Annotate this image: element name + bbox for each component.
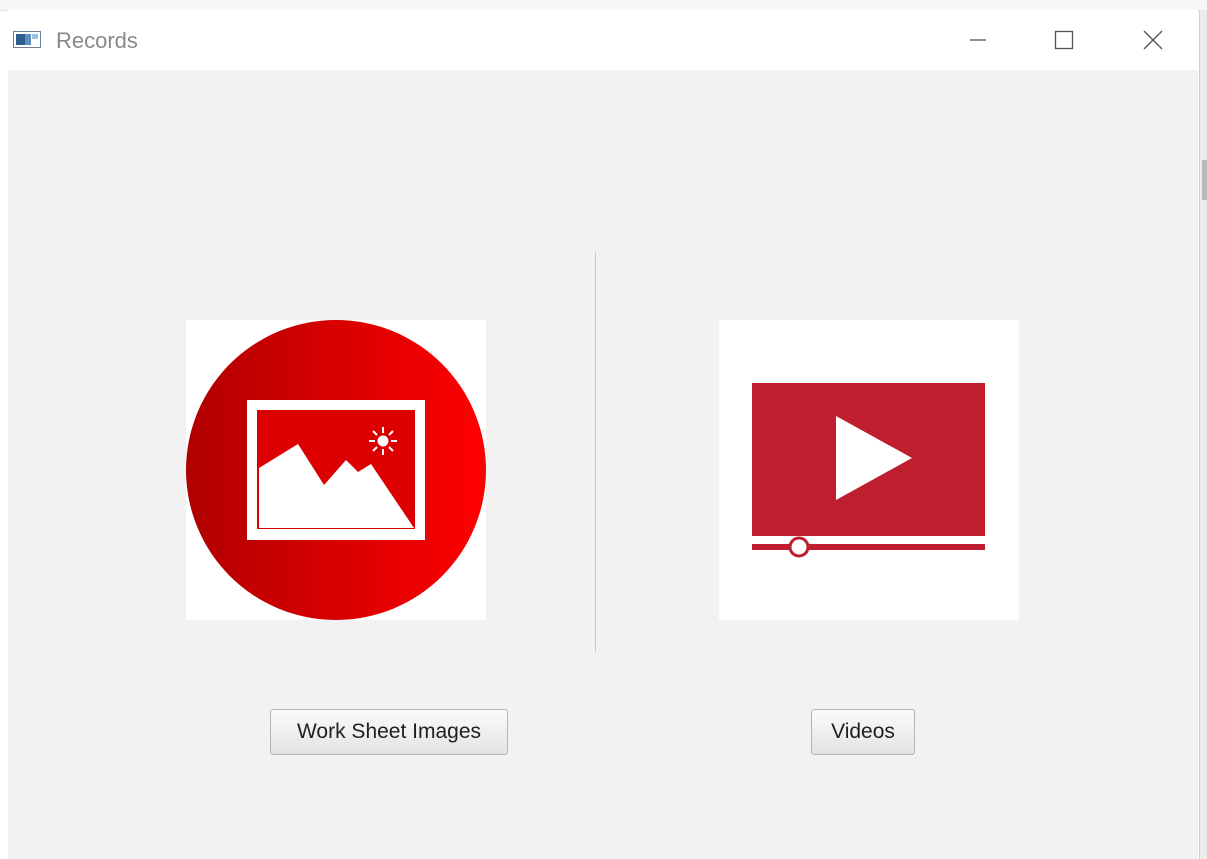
minimize-button[interactable] <box>958 20 998 60</box>
work-sheet-images-thumbnail[interactable] <box>186 320 486 620</box>
records-content: Work Sheet Images Videos <box>8 70 1198 859</box>
title-bar: Records <box>8 10 1198 70</box>
video-player-icon <box>752 383 985 558</box>
videos-button[interactable]: Videos <box>811 709 915 755</box>
background-scrollbar-thumb <box>1202 160 1207 200</box>
minimize-icon <box>970 39 986 41</box>
app-window-icon <box>13 31 41 48</box>
maximize-button[interactable] <box>1044 20 1084 60</box>
window-title: Records <box>56 28 138 53</box>
records-window: Records Work Sheet Images Videos <box>8 10 1198 859</box>
videos-thumbnail[interactable] <box>719 320 1019 620</box>
close-icon <box>1143 30 1163 50</box>
background-scrollbar <box>1199 10 1207 859</box>
maximize-icon <box>1054 30 1074 50</box>
picture-icon <box>186 320 486 620</box>
close-button[interactable] <box>1133 20 1173 60</box>
panel-divider <box>595 252 596 652</box>
work-sheet-images-button[interactable]: Work Sheet Images <box>270 709 508 755</box>
